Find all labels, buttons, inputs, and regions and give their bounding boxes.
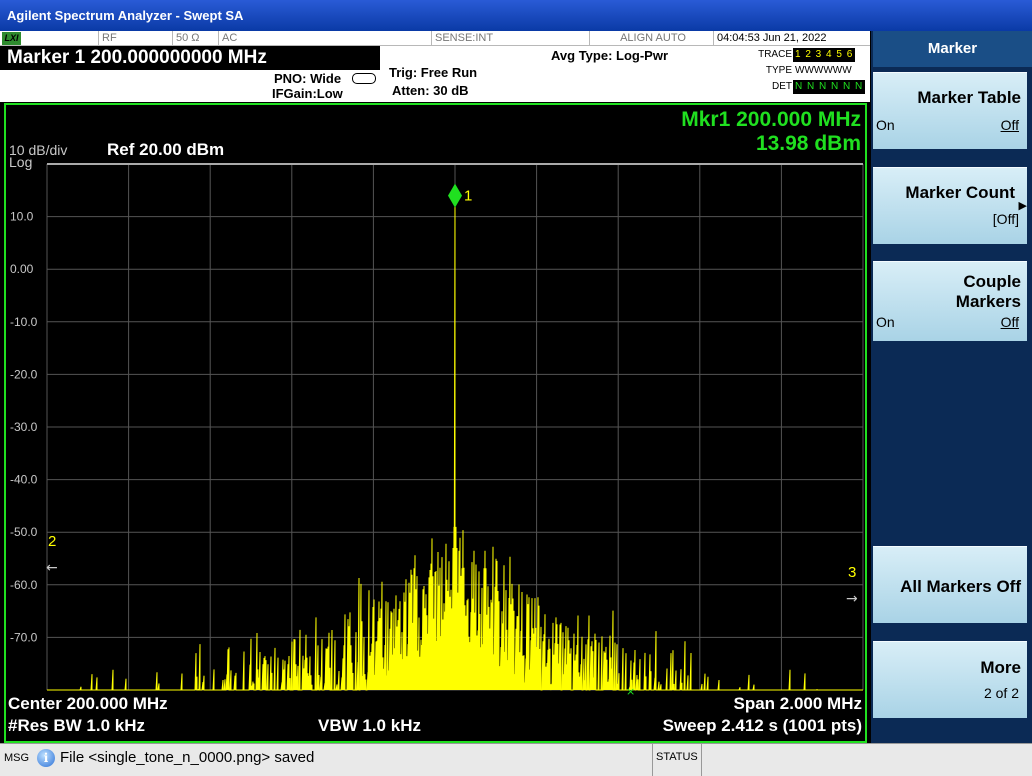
trace-values: 1 2 3 4 5 6 <box>793 48 856 62</box>
marker-1-label: 1 <box>464 188 472 205</box>
menu-title: Marker <box>873 31 1032 67</box>
info-icon: i <box>37 749 55 767</box>
align-indicator: ALIGN AUTO <box>589 31 713 46</box>
couple-markers-off: Off <box>1000 314 1019 330</box>
status-message: File <single_tone_n_0000.png> saved <box>60 749 315 766</box>
more-softkey[interactable]: More 2 of 2 <box>873 641 1027 718</box>
marker-3-label: 3 <box>848 564 856 581</box>
datetime: 04:04:53 Jun 21, 2022 <box>713 31 870 46</box>
sweep-time: Sweep 2.412 s (1001 pts) <box>663 716 862 735</box>
trigger-setting: Trig: Free Run <box>389 65 478 80</box>
marker-readout: Marker 1 200.000000000 MHz <box>0 46 380 70</box>
spectrum-trace <box>47 195 863 691</box>
more-label: More <box>980 658 1021 677</box>
marker-count-value: [Off] <box>992 211 1019 227</box>
y-tick-label: -40.0 <box>10 473 38 487</box>
marker-count-label: Marker Count <box>905 183 1015 202</box>
ref-level-label: Ref 20.00 dBm <box>107 140 224 159</box>
trace-panel: TRACE 1 2 3 4 5 6 TYPE WWWWWW DET N N N … <box>755 48 870 98</box>
marker-freq-readout: Mkr1 200.000 MHz <box>681 108 861 131</box>
impedance-indicator: 50 Ω <box>172 31 218 46</box>
right-arrow-icon: → <box>846 591 858 607</box>
vbw: VBW 1.0 kHz <box>318 716 421 735</box>
marker-table-label: Marker Table <box>917 88 1021 107</box>
more-page: 2 of 2 <box>983 685 1019 701</box>
type-values: WWWWWW <box>795 65 852 76</box>
all-markers-off-softkey[interactable]: All Markers Off <box>873 546 1027 623</box>
submenu-arrow-icon: ▶ <box>1018 200 1027 212</box>
log-label: Log <box>9 154 32 170</box>
softkey-menu: Marker Marker Table On Off Marker Count … <box>871 31 1032 743</box>
spectrum-display[interactable]: 10.0 0.00 -10.0 -20.0 -30.0 -40.0 -50.0 -60.0 -7… <box>4 103 867 743</box>
sense-indicator: SENSE:INT <box>431 31 497 46</box>
det-values: N N N N N N <box>793 80 866 94</box>
marker-x-icon: × <box>626 685 635 698</box>
couple-markers-on: On <box>876 314 895 330</box>
lxi-logo-icon: LXI <box>2 32 21 45</box>
ifgain-setting: IFGain:Low <box>272 86 343 101</box>
couple-markers-label-1: Couple <box>963 272 1021 291</box>
message-bar: MSG i File <single_tone_n_0000.png> save… <box>0 743 1032 776</box>
couple-markers-label-2: Markers <box>955 292 1021 311</box>
attenuation-setting: Atten: 30 dB <box>392 83 469 98</box>
marker-table-on: On <box>876 117 895 133</box>
msg-label: MSG <box>4 752 30 764</box>
y-tick-label: 10.0 <box>10 210 34 224</box>
y-tick-label: -50.0 <box>10 525 38 539</box>
marker-1-diamond <box>448 183 462 208</box>
window-title: Agilent Spectrum Analyzer - Swept SA <box>0 0 1032 31</box>
spectrum-plot[interactable]: 10.0 0.00 -10.0 -20.0 -30.0 -40.0 -50.0 -60.0 -7… <box>6 105 865 741</box>
span: Span 2.000 MHz <box>734 694 863 713</box>
all-markers-off-label: All Markers Off <box>900 577 1021 596</box>
status-row: LXI RF 50 Ω AC SENSE:INT ALIGN AUTO 04:0… <box>0 31 870 46</box>
y-tick-label: -30.0 <box>10 420 38 434</box>
status-label: STATUS <box>652 744 702 776</box>
y-tick-label: 0.00 <box>10 262 34 276</box>
settings-panel: LXI RF 50 Ω AC SENSE:INT ALIGN AUTO 04:0… <box>0 31 870 102</box>
y-tick-label: -10.0 <box>10 315 38 329</box>
marker-table-softkey[interactable]: Marker Table On Off <box>873 72 1027 149</box>
trace-label: TRACE <box>758 49 792 60</box>
y-tick-label: -20.0 <box>10 367 38 381</box>
res-bw: #Res BW 1.0 kHz <box>8 716 145 735</box>
trigger-icon <box>352 73 376 84</box>
y-tick-label: -70.0 <box>10 630 38 644</box>
couple-markers-softkey[interactable]: Couple Markers On Off <box>873 261 1027 341</box>
avg-type-setting: Avg Type: Log-Pwr <box>551 48 668 63</box>
center-freq: Center 200.000 MHz <box>8 694 168 713</box>
coupling-indicator: AC <box>218 31 258 46</box>
det-label: DET <box>772 81 792 92</box>
y-tick-label: -60.0 <box>10 578 38 592</box>
marker-amp-readout: 13.98 dBm <box>756 132 861 155</box>
marker-2-label: 2 <box>48 533 56 550</box>
rf-input-indicator: RF <box>98 31 167 46</box>
marker-table-off: Off <box>1000 117 1019 133</box>
left-arrow-icon: ← <box>46 560 58 576</box>
pno-setting: PNO: Wide <box>274 71 342 86</box>
type-label: TYPE <box>765 65 792 76</box>
marker-count-softkey[interactable]: Marker Count ▶ [Off] <box>873 167 1027 244</box>
